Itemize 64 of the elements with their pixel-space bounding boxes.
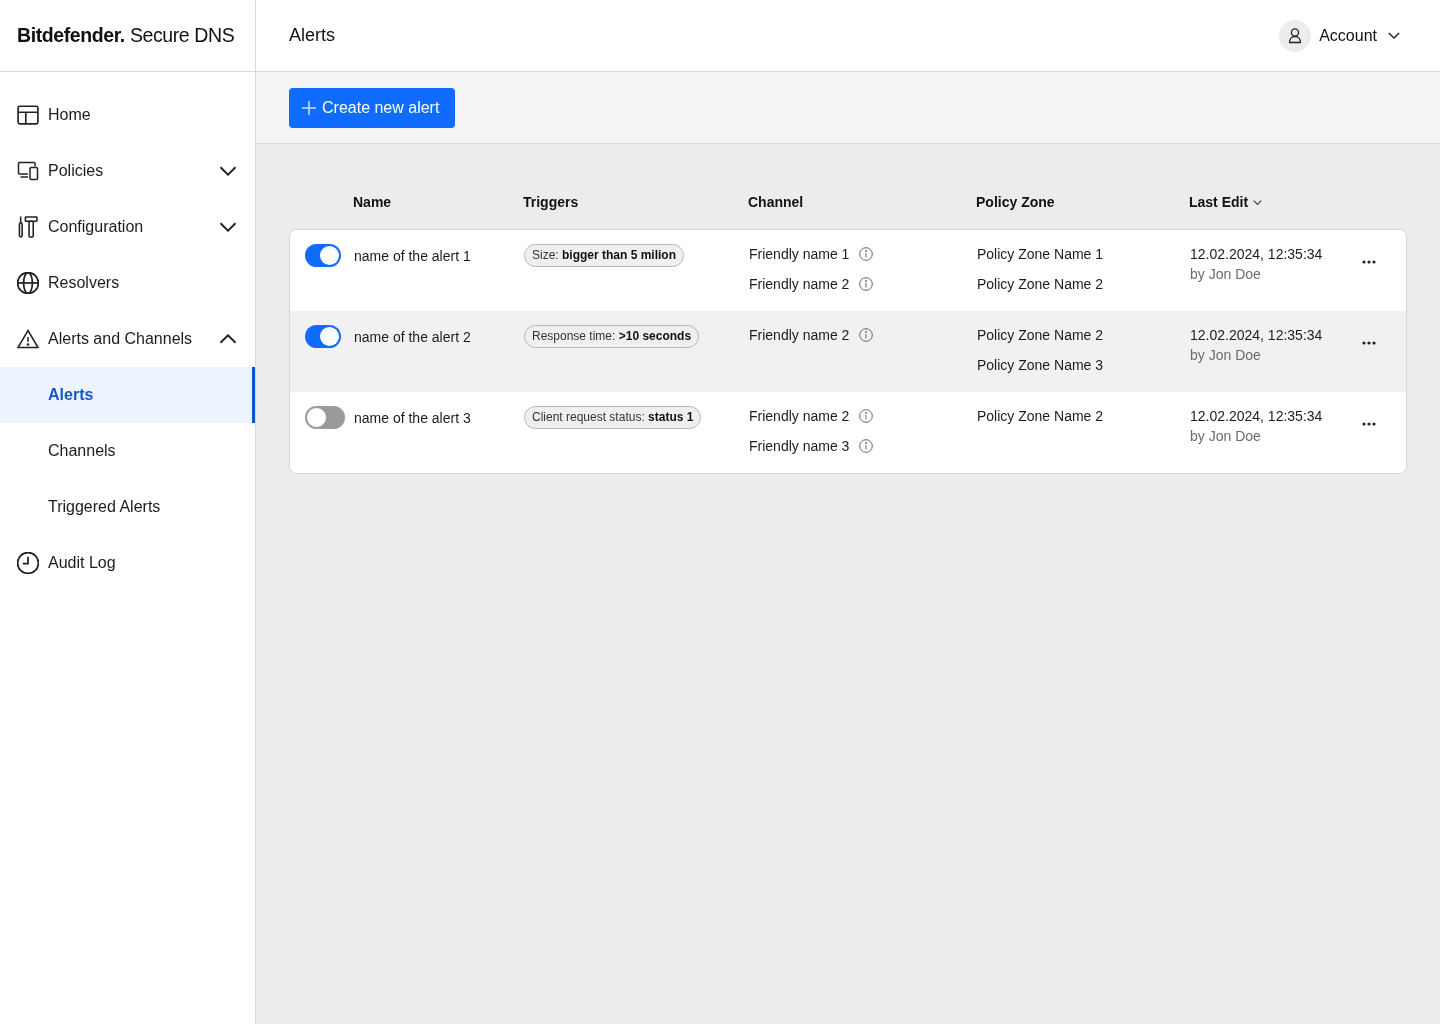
- chevron-down-icon: [1253, 199, 1263, 205]
- channel-name: Friendly name 3: [749, 437, 850, 456]
- devices-icon: [17, 160, 39, 182]
- column-header[interactable]: Last Edit: [1189, 194, 1263, 210]
- page-title: Alerts: [289, 25, 335, 46]
- layout-icon: [17, 104, 39, 126]
- info-icon[interactable]: [859, 328, 874, 342]
- info-icon[interactable]: [859, 409, 874, 423]
- column-header: Channel: [748, 194, 804, 210]
- alert-name: name of the alert 2: [354, 328, 471, 347]
- nav-item[interactable]: Alerts: [0, 367, 255, 423]
- nav-item[interactable]: Alerts and Channels: [0, 311, 255, 367]
- more-icon[interactable]: [1362, 341, 1376, 345]
- avatar-icon: [1279, 19, 1312, 52]
- column-header: Triggers: [523, 194, 579, 210]
- trigger-tag: Size: bigger than 5 milion: [524, 244, 685, 267]
- info-icon[interactable]: [859, 277, 874, 291]
- create-alert-button[interactable]: Create new alert: [289, 88, 456, 128]
- trigger-tag: Client request status: status 1: [524, 406, 702, 429]
- edited-by: by Jon Doe: [1190, 265, 1261, 284]
- nav-item[interactable]: Home: [0, 87, 255, 143]
- column-header: Policy Zone: [976, 194, 1055, 210]
- policy-zone-name: Policy Zone Name 3: [977, 356, 1104, 375]
- policy-zone-name: Policy Zone Name 2: [977, 326, 1104, 345]
- edited-by: by Jon Doe: [1190, 427, 1261, 446]
- chevron-down-icon: [219, 222, 237, 232]
- channel-name: Friendly name 1: [749, 245, 850, 264]
- policy-zone-name: Policy Zone Name 2: [977, 407, 1104, 426]
- info-icon[interactable]: [859, 439, 874, 453]
- account-button[interactable]: Account: [1319, 26, 1400, 45]
- channel-name: Friendly name 2: [749, 275, 850, 294]
- toggle-switch[interactable]: [305, 244, 341, 267]
- edit-date: 12.02.2024, 12:35:34: [1190, 245, 1323, 264]
- policy-zone-name: Policy Zone Name 1: [977, 245, 1104, 264]
- logo: Bitdefender. Secure DNS: [17, 24, 235, 47]
- alert-name: name of the alert 1: [354, 247, 471, 266]
- more-icon[interactable]: [1362, 422, 1376, 426]
- trigger-tag: Response time: >10 seconds: [524, 325, 700, 348]
- policy-zone-name: Policy Zone Name 2: [977, 275, 1104, 294]
- nav-item[interactable]: Channels: [0, 423, 255, 479]
- tools-icon: [17, 216, 39, 238]
- channel-name: Friendly name 2: [749, 407, 850, 426]
- nav-item[interactable]: Resolvers: [0, 255, 255, 311]
- nav-item[interactable]: Audit Log: [0, 535, 255, 591]
- channel-name: Friendly name 2: [749, 326, 850, 345]
- edit-date: 12.02.2024, 12:35:34: [1190, 407, 1323, 426]
- nav-item[interactable]: Triggered Alerts: [0, 479, 255, 535]
- info-icon[interactable]: [859, 247, 874, 261]
- alert-name: name of the alert 3: [354, 409, 471, 428]
- chevron-up-icon: [219, 334, 237, 344]
- nav-item[interactable]: Configuration: [0, 199, 255, 255]
- edit-date: 12.02.2024, 12:35:34: [1190, 326, 1323, 345]
- nav-item[interactable]: Policies: [0, 143, 255, 199]
- toggle-switch[interactable]: [305, 406, 345, 429]
- chevron-down-icon: [1388, 32, 1400, 39]
- warning-icon: [17, 328, 39, 350]
- globe-icon: [17, 272, 39, 294]
- plus-icon: [302, 101, 316, 115]
- chevron-down-icon: [219, 166, 237, 176]
- column-header: Name: [353, 194, 392, 210]
- edited-by: by Jon Doe: [1190, 346, 1261, 365]
- more-icon[interactable]: [1362, 260, 1376, 264]
- toggle-switch[interactable]: [305, 325, 341, 348]
- clock-icon: [17, 552, 39, 574]
